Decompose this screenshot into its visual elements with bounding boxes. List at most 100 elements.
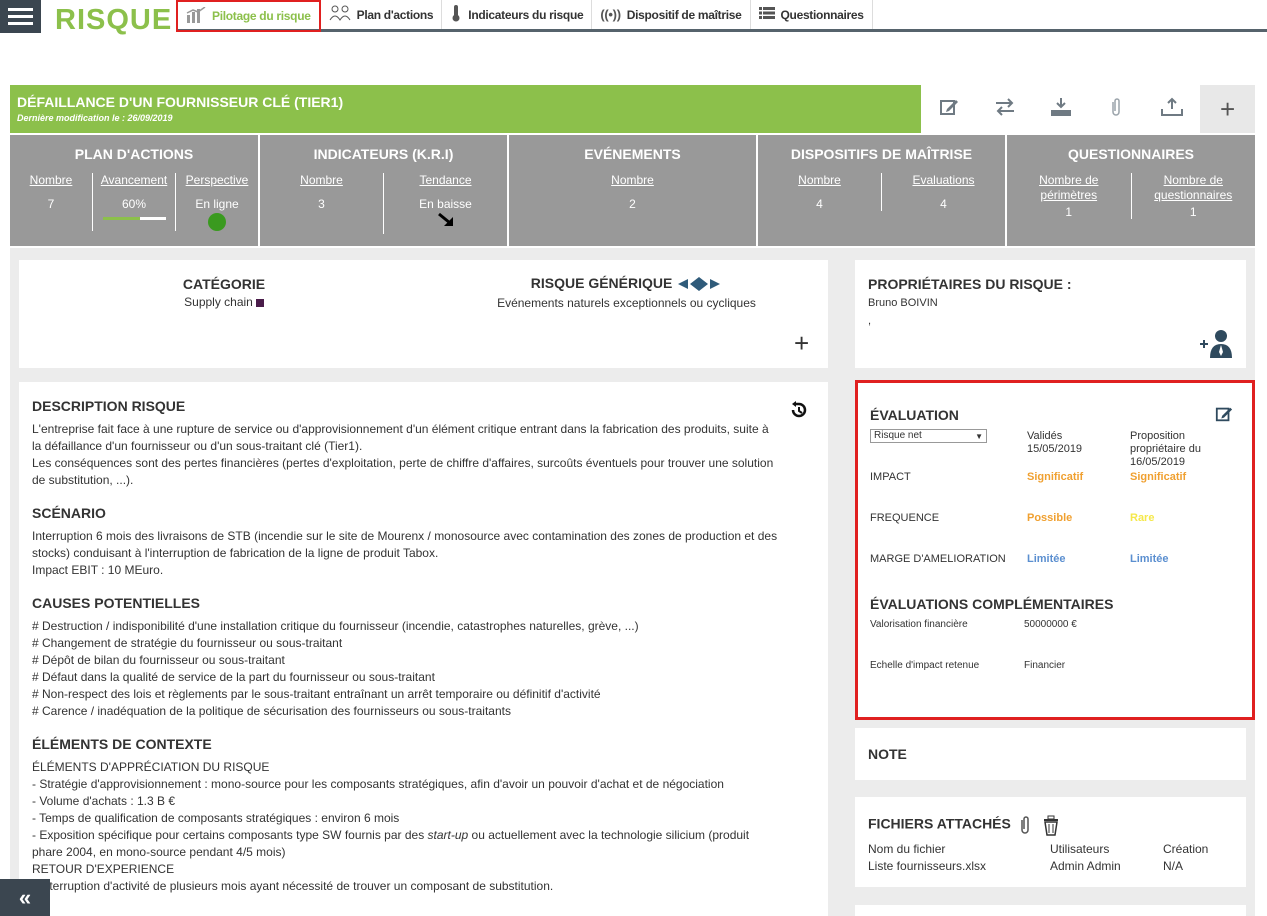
stat-tendance[interactable]: Tendance En baisse	[383, 173, 507, 234]
evaluation-title: ÉVALUATION	[870, 407, 959, 423]
signal-icon: ((•))	[600, 7, 621, 22]
stat-title: INDICATEURS (K.R.I)	[313, 146, 454, 162]
generic-risk-title-row: RISQUE GÉNÉRIQUE	[479, 275, 774, 293]
validated-header: Validés 15/05/2019	[1027, 430, 1082, 456]
tab-label: Questionnaires	[780, 7, 864, 22]
scenario-line: Interruption 6 mois des livraisons de ST…	[32, 529, 778, 543]
complementary-title: ÉVALUATIONS COMPLÉMENTAIRES	[870, 596, 1114, 612]
stat-nombre[interactable]: Nombre 4	[758, 173, 881, 211]
add-button[interactable]: +	[1200, 85, 1255, 133]
list-item: # Destruction / indisponibilité d'une in…	[32, 619, 639, 633]
stat-label-line: Nombre de	[1039, 173, 1099, 187]
causes-section: CAUSES POTENTIELLES # Destruction / indi…	[32, 595, 815, 720]
download-icon[interactable]	[1033, 97, 1089, 122]
stat-value: 1	[1189, 205, 1197, 219]
list-item: # Non-respect des lois et règlements par…	[32, 687, 601, 701]
history-icon[interactable]	[789, 400, 809, 425]
stat-label: Nombre	[798, 173, 841, 187]
description-line: L'entreprise fait face à une rupture de …	[32, 422, 769, 436]
stat-indicateurs[interactable]: INDICATEURS (K.R.I) Nombre 3 Tendance En…	[260, 135, 507, 246]
stat-label: Nombre	[611, 173, 654, 187]
files-title: FICHIERS ATTACHÉS	[868, 815, 1011, 832]
note-card[interactable]: NOTE	[855, 728, 1246, 780]
files-date-col: Création N/A	[1163, 841, 1208, 875]
stat-value: 1	[1065, 205, 1073, 219]
edit-icon[interactable]	[921, 97, 977, 122]
stat-questionnaires[interactable]: QUESTIONNAIRES Nombre de périmètres 1 Nom…	[1007, 135, 1255, 246]
owner-extra: ,	[868, 315, 872, 327]
stat-nombre[interactable]: Nombre 7	[10, 173, 92, 231]
valuation-label: Valorisation financière	[870, 619, 968, 630]
trash-icon[interactable]	[1041, 814, 1061, 836]
stat-label: Evaluations	[912, 173, 975, 187]
generic-risk-value: Evénements naturels exceptionnels ou cyc…	[497, 296, 756, 311]
context-line: phare 2004, en mono-source pendant 4/5 m…	[32, 845, 286, 859]
top-bar: RISQUE Pilotage du risque Plan d'actions…	[0, 0, 1267, 38]
column-header-user: Utilisateurs	[1050, 842, 1110, 856]
stat-value: 4	[940, 197, 947, 211]
transfer-icon[interactable]	[977, 97, 1033, 121]
tab-label: Pilotage du risque	[212, 9, 311, 23]
generic-risk-block: RISQUE GÉNÉRIQUE Evénements naturels exc…	[479, 275, 774, 312]
paperclip-icon[interactable]	[1088, 97, 1144, 122]
menu-icon[interactable]	[0, 0, 41, 33]
tab-bar: Pilotage du risque Plan d'actions Indica…	[176, 0, 873, 32]
stat-evaluations[interactable]: Evaluations 4	[881, 173, 1005, 211]
evaluation-card: ÉVALUATION Risque net ▼ Validés 15/05/2019…	[855, 380, 1255, 720]
stat-value: 3	[318, 197, 325, 211]
context-line: - Temps de qualification de composants s…	[32, 811, 400, 825]
files-card: FICHIERS ATTACHÉS Nom du fichier Liste f…	[855, 797, 1246, 887]
stat-value: 4	[816, 197, 823, 211]
section-title: DESCRIPTION RISQUE	[32, 398, 186, 414]
stat-title: EVÉNEMENTS	[584, 146, 681, 162]
owners-card: PROPRIÉTAIRES DU RISQUE : Bruno BOIVIN ,	[855, 260, 1246, 368]
stat-avancement[interactable]: Avancement 60%	[92, 173, 175, 231]
stat-nombre[interactable]: Nombre 3	[260, 173, 383, 234]
people-icon	[329, 5, 351, 24]
add-owner-icon[interactable]	[1198, 328, 1234, 363]
tab-pilotage[interactable]: Pilotage du risque	[176, 0, 321, 32]
stat-perspective[interactable]: Perspective En ligne	[175, 173, 258, 231]
stat-dispositifs[interactable]: DISPOSITIFS DE MAÎTRISE Nombre 4 Evaluat…	[758, 135, 1005, 246]
tab-indicateurs[interactable]: Indicateurs du risque	[442, 0, 593, 29]
proposal-date: 16/05/2019	[1130, 456, 1186, 468]
edit-evaluation-icon[interactable]	[1215, 405, 1233, 428]
stat-nb-questionnaires[interactable]: Nombre de questionnaires 1	[1130, 173, 1256, 219]
description-line: de substitution, ...).	[32, 473, 134, 487]
evaluation-type-select[interactable]: Risque net ▼	[870, 429, 987, 443]
next-card	[855, 905, 1246, 916]
tab-underline	[178, 29, 1267, 32]
risk-title: DÉFAILLANCE D'UN FOURNISSEUR CLÉ (TIER1)	[17, 94, 344, 110]
file-name-link[interactable]: Liste fournisseurs.xlsx	[868, 858, 986, 875]
list-item: # Défaut dans la qualité de service de l…	[32, 670, 435, 684]
tab-dispositif[interactable]: ((•)) Dispositif de maîtrise	[592, 0, 751, 29]
note-title: NOTE	[868, 746, 907, 762]
upload-icon[interactable]	[1144, 97, 1200, 122]
proposal-label: propriétaire du	[1130, 443, 1201, 455]
description-line: Les conséquences sont des pertes financi…	[32, 456, 774, 470]
paperclip-icon[interactable]	[1019, 815, 1031, 835]
last-modified: Dernière modification le : 26/09/2019	[17, 113, 173, 123]
stat-label: Perspective	[185, 173, 249, 187]
risk-actions: +	[921, 85, 1255, 133]
stat-value: En ligne	[195, 197, 239, 211]
stat-plan-actions[interactable]: PLAN D'ACTIONS Nombre 7 Avancement 60% P…	[10, 135, 258, 246]
app-logo: RISQUE	[55, 4, 173, 36]
stat-nombre[interactable]: Nombre 2	[509, 173, 756, 211]
description-line: la défaillance d'un fournisseur ou d'un …	[32, 439, 363, 453]
stat-label: Nombre	[29, 173, 73, 187]
stat-label: Avancement	[100, 173, 168, 187]
stat-perimetres[interactable]: Nombre de périmètres 1	[1007, 173, 1131, 219]
description-section: DESCRIPTION RISQUE L'entreprise fait fac…	[32, 398, 815, 489]
add-category-button[interactable]: +	[794, 328, 809, 359]
context-line: - Exposition spécifique pour certains co…	[32, 827, 815, 844]
section-title: ÉLÉMENTS DE CONTEXTE	[32, 736, 212, 752]
select-value: Risque net	[874, 430, 922, 441]
stat-label: Nombre	[300, 173, 343, 187]
tab-questionnaires[interactable]: Questionnaires	[751, 0, 873, 29]
stat-evenements[interactable]: EVÉNEMENTS Nombre 2	[509, 135, 756, 246]
stat-value: 2	[629, 197, 636, 211]
margin-proposal: Limitée	[1130, 553, 1169, 565]
collapse-button[interactable]: «	[0, 879, 50, 916]
tab-plan-actions[interactable]: Plan d'actions	[321, 0, 443, 29]
